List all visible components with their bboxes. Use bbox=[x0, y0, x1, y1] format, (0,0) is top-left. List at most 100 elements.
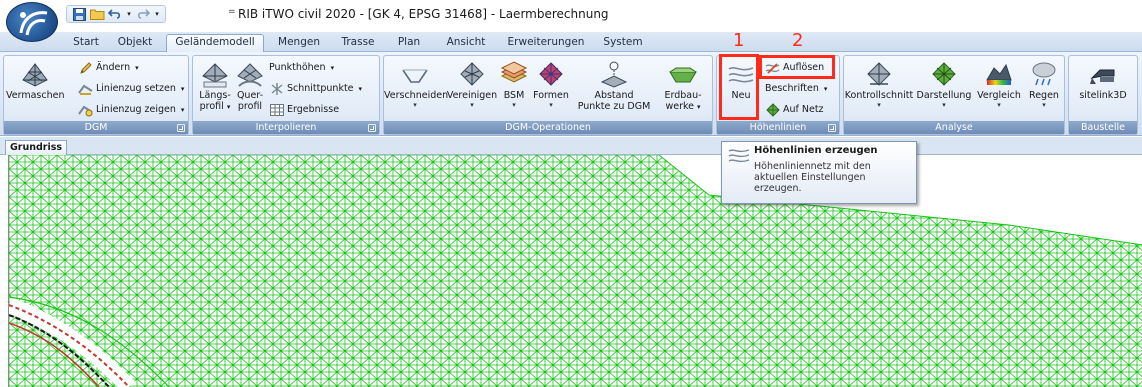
dialog-launcher-icon[interactable] bbox=[368, 124, 376, 132]
schnittpunkte-button[interactable]: Schnittpunkte ▾ bbox=[269, 80, 362, 97]
long-profile-icon bbox=[199, 58, 231, 88]
vereinigen-button[interactable]: Vereinigen ▾ bbox=[446, 58, 498, 120]
erdbauwerke-button[interactable]: Erdbau-werke ▾ bbox=[656, 58, 710, 120]
highlight-box-1 bbox=[719, 54, 759, 120]
kontrollschnitt-label: Kontrollschnitt bbox=[844, 90, 914, 101]
dropdown-arrow-icon: ▾ bbox=[470, 101, 474, 109]
laengsprofil-button[interactable]: Längs-profil ▾ bbox=[197, 58, 233, 120]
title-bar: ▾ ▾ = RIB iTWO civil 2020 - [GK 4, EPSG … bbox=[0, 0, 1142, 42]
ergebnisse-button[interactable]: Ergebnisse bbox=[269, 101, 339, 118]
open-folder-icon[interactable] bbox=[89, 7, 105, 21]
table-icon bbox=[269, 102, 284, 117]
dropdown-arrow-icon: ▾ bbox=[413, 101, 417, 109]
dropdown-arrow-icon: ▾ bbox=[135, 63, 139, 72]
beschriften-label: Beschriften bbox=[765, 83, 819, 94]
vermaschen-button[interactable]: Vermaschen bbox=[6, 58, 64, 120]
tab-mengen[interactable]: Mengen bbox=[272, 35, 326, 52]
ribbon-tab-bar: Start Objekt Geländemodell Mengen Trasse… bbox=[0, 32, 1142, 53]
tab-start[interactable]: Start bbox=[66, 35, 106, 52]
verschneiden-button[interactable]: Verschneiden ▾ bbox=[384, 58, 448, 120]
tab-trasse[interactable]: Trasse bbox=[334, 35, 382, 52]
punkthoehen-button[interactable]: Punkthöhen ▾ bbox=[269, 59, 334, 76]
layers-icon bbox=[498, 58, 530, 88]
sitelink3d-label: sitelink3D bbox=[1079, 90, 1127, 101]
erdbauwerke-label: Erdbau-werke ▾ bbox=[664, 90, 702, 112]
undo-icon[interactable] bbox=[107, 7, 123, 21]
dropdown-arrow-icon: ▾ bbox=[330, 63, 335, 72]
tab-system[interactable]: System bbox=[598, 35, 648, 52]
querprofil-label: Quer-profil bbox=[236, 90, 264, 112]
group-label-dgm: DGM bbox=[4, 121, 188, 134]
excavator-icon bbox=[1087, 58, 1119, 88]
dropdown-arrow-icon: ▾ bbox=[549, 101, 553, 109]
kontrollschnitt-button[interactable]: Kontrollschnitt ▾ bbox=[844, 58, 914, 120]
linienzug-setzen-button[interactable]: Linienzug setzen ▾ bbox=[78, 80, 184, 97]
app-logo-icon bbox=[19, 11, 48, 36]
dialog-launcher-icon[interactable] bbox=[828, 124, 836, 132]
tab-ansicht[interactable]: Ansicht bbox=[440, 35, 492, 52]
group-label-hoehenlinien: Höhenlinien bbox=[717, 121, 839, 134]
regen-label: Regen bbox=[1029, 90, 1059, 101]
tab-gelaendemodell[interactable]: Geländemodell bbox=[166, 34, 264, 53]
formen-button[interactable]: Formen ▾ bbox=[530, 58, 572, 120]
tab-objekt[interactable]: Objekt bbox=[112, 35, 158, 52]
bsm-label: BSM bbox=[503, 90, 525, 101]
tab-erweiterungen[interactable]: Erweiterungen bbox=[500, 35, 592, 52]
darstellung-label: Darstellung bbox=[916, 90, 972, 101]
merge-mesh-icon bbox=[456, 58, 488, 88]
auf-netz-button[interactable]: Auf Netz bbox=[765, 101, 824, 118]
beschriften-button[interactable]: Beschriften ▾ bbox=[765, 80, 827, 97]
pencil-icon bbox=[78, 60, 93, 75]
dropdown-arrow-icon: ▾ bbox=[823, 84, 828, 93]
tooltip-body: Höhenliniennetz mit den aktuellen Einste… bbox=[754, 161, 871, 194]
querprofil-button[interactable]: Quer-profil bbox=[233, 58, 267, 120]
customize-qat-icon[interactable]: = bbox=[228, 7, 238, 17]
redo-icon[interactable] bbox=[135, 7, 151, 21]
dropdown-arrow-icon: ▾ bbox=[1042, 101, 1046, 109]
application-menu-button[interactable] bbox=[6, 2, 58, 42]
tab-plan[interactable]: Plan bbox=[392, 35, 426, 52]
vergleich-label: Vergleich bbox=[977, 90, 1021, 101]
earthwork-icon bbox=[667, 58, 699, 88]
cut-fill-icon bbox=[399, 58, 431, 88]
abstand-button[interactable]: Abstand Punkte zu DGM bbox=[572, 58, 656, 120]
auf-netz-label: Auf Netz bbox=[783, 104, 824, 115]
aendern-button[interactable]: Ändern ▾ bbox=[78, 59, 139, 76]
vergleich-button[interactable]: Vergleich ▾ bbox=[974, 58, 1024, 120]
redo-dropdown-icon[interactable]: ▾ bbox=[153, 7, 161, 21]
bsm-button[interactable]: BSM ▾ bbox=[498, 58, 530, 120]
regen-button[interactable]: Regen ▾ bbox=[1024, 58, 1064, 120]
highlight-box-2 bbox=[759, 55, 835, 79]
linienzug-zeigen-button[interactable]: Linienzug zeigen ▾ bbox=[78, 101, 184, 118]
save-icon[interactable] bbox=[71, 7, 87, 21]
dropdown-arrow-icon: ▾ bbox=[997, 101, 1001, 109]
document-tab-bar: Grundriss bbox=[0, 137, 1142, 155]
dialog-launcher-icon[interactable] bbox=[177, 124, 185, 132]
linienzug-zeigen-label: Linienzug zeigen bbox=[96, 104, 176, 115]
point-distance-icon bbox=[598, 58, 630, 88]
punkthoehen-label: Punkthöhen bbox=[269, 62, 326, 73]
window-title: RIB iTWO civil 2020 - [GK 4, EPSG 31468]… bbox=[238, 7, 609, 21]
tab-grundriss[interactable]: Grundriss bbox=[5, 140, 68, 155]
cross-profile-icon bbox=[234, 58, 266, 88]
mesh-net-icon bbox=[19, 58, 51, 88]
linienzug-setzen-label: Linienzug setzen bbox=[96, 83, 176, 94]
group-label-interpolieren: Interpolieren bbox=[193, 121, 379, 134]
undo-dropdown-icon[interactable]: ▾ bbox=[125, 7, 133, 21]
ergebnisse-label: Ergebnisse bbox=[287, 104, 340, 115]
abstand-label: Abstand Punkte zu DGM bbox=[577, 90, 651, 112]
drawing-canvas[interactable] bbox=[8, 155, 1142, 387]
green-mesh-icon bbox=[765, 102, 780, 117]
dropdown-arrow-icon: ▾ bbox=[180, 105, 185, 114]
darstellung-button[interactable]: Darstellung ▾ bbox=[914, 58, 974, 120]
dropdown-arrow-icon: ▾ bbox=[512, 101, 516, 109]
laengsprofil-label: Längs-profil ▾ bbox=[199, 90, 231, 112]
terrain-mesh bbox=[9, 155, 1142, 387]
group-interpolieren: Längs-profil ▾ Quer-profil Punkthöhen ▾ S… bbox=[192, 55, 380, 135]
group-analyse: Kontrollschnitt ▾ Darstellung ▾ Vergleic… bbox=[843, 55, 1065, 135]
group-dgm: Vermaschen Ändern ▾ Linienzug setzen ▾ Lin… bbox=[3, 55, 189, 135]
group-label-dgm-operationen: DGM-Operationen bbox=[384, 121, 712, 134]
intersection-icon bbox=[269, 81, 284, 96]
sitelink3d-button[interactable]: sitelink3D bbox=[1071, 58, 1135, 120]
aendern-label: Ändern bbox=[96, 62, 131, 73]
